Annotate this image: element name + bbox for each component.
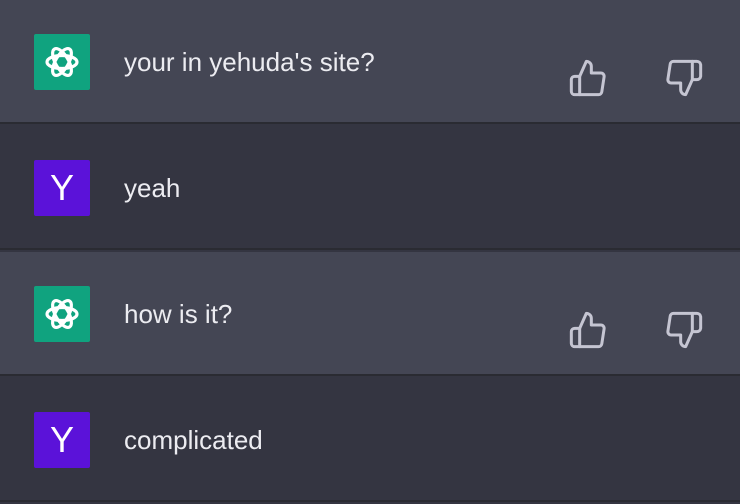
assistant-avatar [34,34,90,90]
user-avatar-letter: Y [49,167,74,208]
user-avatar-letter: Y [49,419,74,460]
thumbs-down-icon [666,59,703,97]
chat-thread: your in yehuda's site? Y yeah how is it?… [0,0,740,504]
user-avatar: Y [34,160,90,216]
thumbs-up-button[interactable] [568,58,608,98]
thumbs-up-button[interactable] [568,310,608,350]
message-text: your in yehuda's site? [124,47,375,77]
user-message: Y complicated [0,378,740,502]
user-message: Y yeah [0,126,740,250]
user-avatar: Y [34,412,90,468]
assistant-avatar [34,286,90,342]
openai-logo-icon [45,47,79,77]
message-text: how is it? [124,299,233,329]
openai-logo-icon [45,299,79,329]
assistant-message: how is it? [0,252,740,376]
message-text: complicated [124,425,263,455]
thumbs-up-icon [569,311,606,349]
message-text: yeah [124,173,181,203]
thumbs-down-icon [666,311,703,349]
thumbs-down-button[interactable] [664,310,704,350]
thumbs-up-icon [569,59,606,97]
thumbs-down-button[interactable] [664,58,704,98]
assistant-message: your in yehuda's site? [0,0,740,124]
